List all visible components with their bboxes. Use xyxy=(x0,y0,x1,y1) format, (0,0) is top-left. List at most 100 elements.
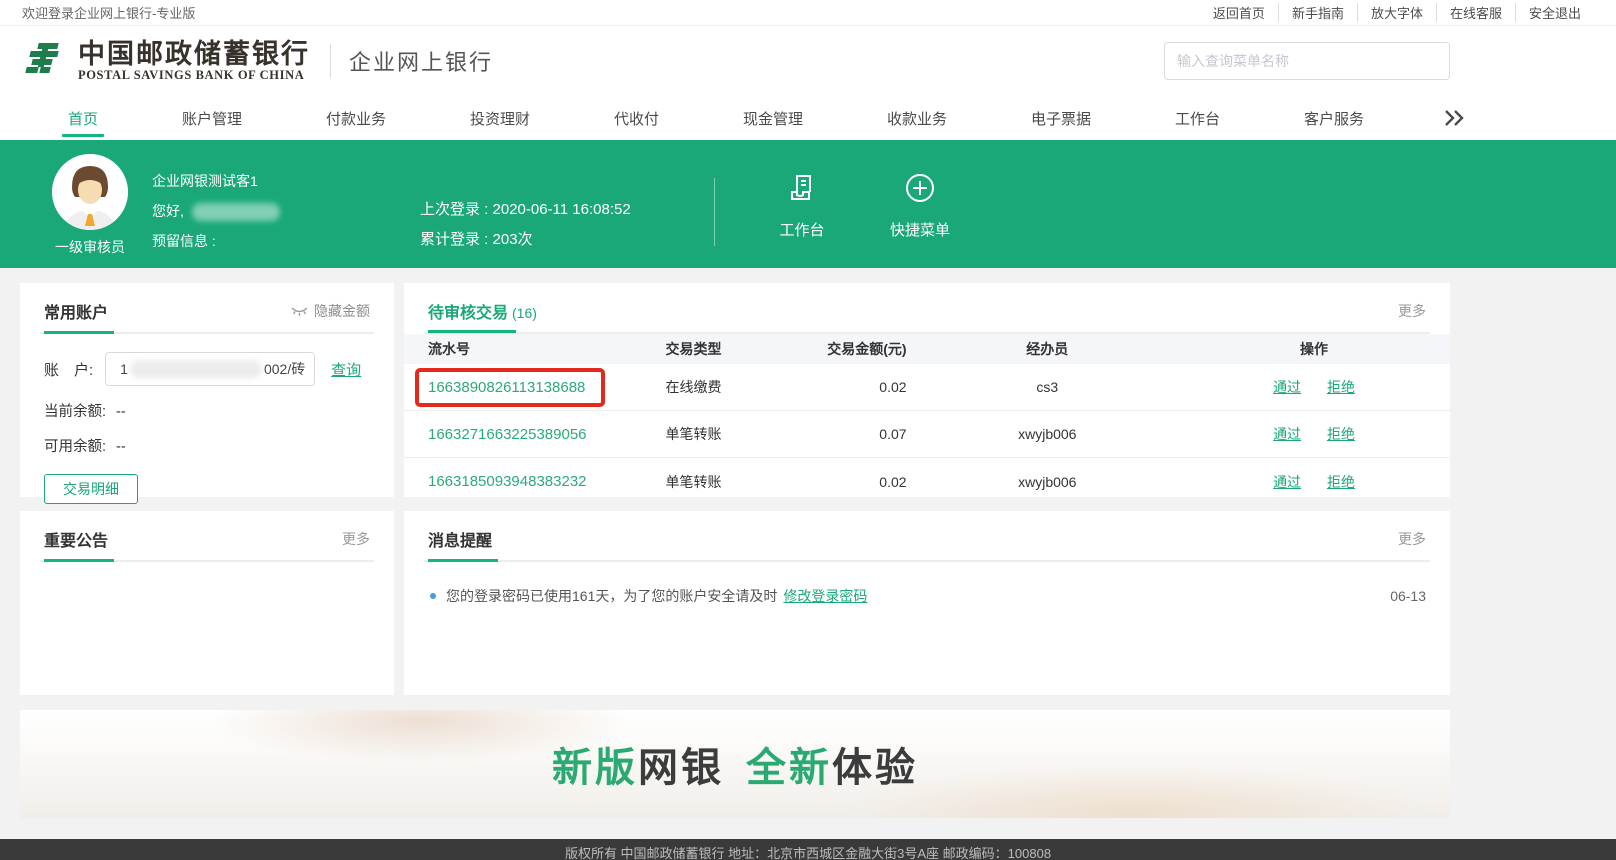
transaction-operator: xwyjb006 xyxy=(917,474,1179,490)
available-balance-value: -- xyxy=(116,439,126,455)
main-content: 常用账户 隐藏金额 账 户: 1 002/砖 查询 当前余额:- xyxy=(20,283,1450,818)
message-item: 您的登录密码已使用161天，为了您的账户安全请及时 修改登录密码 06-13 xyxy=(430,586,1426,606)
link-enlarge-font[interactable]: 放大字体 xyxy=(1357,3,1436,22)
reject-link[interactable]: 拒绝 xyxy=(1327,426,1355,442)
total-login-value: 203次 xyxy=(493,231,533,248)
footer: 版权所有 中国邮政储蓄银行 地址：北京市西城区金融大街3号A座 邮政编码：100… xyxy=(0,839,1616,860)
account-label: 账 户: xyxy=(44,359,93,380)
promo-banner: 新版网银全新体验 xyxy=(20,710,1450,818)
utility-links: 返回首页 新手指南 放大字体 在线客服 安全退出 xyxy=(1200,3,1594,22)
col-transaction-type: 交易类型 xyxy=(666,339,812,359)
current-balance-value: -- xyxy=(116,404,126,420)
login-info: 上次登录 : 2020-06-11 16:08:52 累计登录 : 203次 xyxy=(420,195,631,255)
header: 中国邮政储蓄银行 POSTAL SAVINGS BANK OF CHINA 企业… xyxy=(0,26,1616,96)
redacted-account-blur xyxy=(130,360,262,378)
link-safe-logout[interactable]: 安全退出 xyxy=(1515,3,1594,22)
nav-item-home[interactable]: 首页 xyxy=(62,96,104,140)
reject-link[interactable]: 拒绝 xyxy=(1327,379,1355,395)
nav-item-collection-payment[interactable]: 代收付 xyxy=(608,96,665,140)
message-more-link[interactable]: 更多 xyxy=(1398,529,1426,549)
link-return-home[interactable]: 返回首页 xyxy=(1200,3,1278,22)
transaction-amount: 0.02 xyxy=(812,474,917,490)
frequent-accounts-title: 常用账户 xyxy=(44,299,108,323)
important-notice-panel: 重要公告 更多 xyxy=(20,511,394,695)
transaction-detail-button[interactable]: 交易明细 xyxy=(44,474,138,504)
nav-item-payment[interactable]: 付款业务 xyxy=(320,96,392,140)
transaction-amount: 0.07 xyxy=(812,426,917,442)
transaction-id-link[interactable]: 1663890826113138688 xyxy=(428,379,585,396)
promo-part-experience: 体验 xyxy=(832,746,918,790)
bank-name-en: POSTAL SAVINGS BANK OF CHINA xyxy=(78,68,310,83)
bullet-icon xyxy=(430,593,436,599)
top-utility-bar: 欢迎登录企业网上银行-专业版 返回首页 新手指南 放大字体 在线客服 安全退出 xyxy=(0,0,1616,26)
col-amount: 交易金额(元) xyxy=(812,339,917,359)
account-select[interactable]: 1 002/砖 xyxy=(105,352,315,386)
company-name: 企业网银测试客1 xyxy=(152,166,280,196)
table-header: 流水号 交易类型 交易金额(元) 经办员 操作 xyxy=(404,334,1450,364)
menu-search-input[interactable] xyxy=(1164,42,1450,80)
nav-item-workbench[interactable]: 工作台 xyxy=(1169,96,1226,140)
promo-part-new-version: 新版 xyxy=(552,746,638,790)
nav-item-account-management[interactable]: 账户管理 xyxy=(176,96,248,140)
promo-text: 新版网银全新体验 xyxy=(552,735,918,793)
user-avatar xyxy=(52,154,128,230)
user-banner: 一级审核员 企业网银测试客1 您好, 预留信息 : 上次登录 : 2020-06… xyxy=(0,140,1616,268)
message-reminder-title: 消息提醒 xyxy=(428,527,492,551)
approve-link[interactable]: 通过 xyxy=(1273,379,1301,395)
message-reminder-panel: 消息提醒 更多 您的登录密码已使用161天，为了您的账户安全请及时 修改登录密码… xyxy=(404,511,1450,695)
transaction-operator: xwyjb006 xyxy=(917,426,1179,442)
transaction-id-link[interactable]: 1663271663225389056 xyxy=(428,426,587,443)
hide-amount-toggle[interactable]: 隐藏金额 xyxy=(290,301,370,321)
quick-menu-plus-icon xyxy=(902,170,938,206)
closed-eye-icon xyxy=(290,305,309,318)
highlight-red-box: 1663890826113138688 xyxy=(415,368,605,407)
user-role-label: 一级审核员 xyxy=(52,237,128,257)
important-notice-title: 重要公告 xyxy=(44,527,108,551)
promo-part-ebank: 网银 xyxy=(638,746,724,790)
message-text: 您的登录密码已使用161天，为了您的账户安全请及时 xyxy=(446,586,777,606)
workbench-icon xyxy=(784,170,820,206)
col-operator: 经办员 xyxy=(917,339,1179,359)
frequent-accounts-panel: 常用账户 隐藏金额 账 户: 1 002/砖 查询 当前余额:- xyxy=(20,283,394,497)
transaction-id-link[interactable]: 1663185093948383232 xyxy=(428,473,587,490)
last-login-value: 2020-06-11 16:08:52 xyxy=(493,201,631,218)
bank-logo-icon xyxy=(22,38,68,84)
reject-link[interactable]: 拒绝 xyxy=(1327,474,1355,490)
workbench-shortcut[interactable]: 工作台 xyxy=(757,170,847,240)
workbench-label: 工作台 xyxy=(757,219,847,240)
approve-link[interactable]: 通过 xyxy=(1273,474,1301,490)
banner-divider xyxy=(714,178,715,246)
notice-more-link[interactable]: 更多 xyxy=(342,529,370,549)
nav-item-receivables[interactable]: 收款业务 xyxy=(881,96,953,140)
query-link[interactable]: 查询 xyxy=(331,359,361,380)
transaction-amount: 0.02 xyxy=(812,379,917,395)
nav-expand-icon[interactable] xyxy=(1442,96,1466,140)
pending-count: (16) xyxy=(512,305,537,321)
transaction-type: 单笔转账 xyxy=(666,424,812,444)
promo-part-brand-new: 全新 xyxy=(746,746,832,790)
link-online-service[interactable]: 在线客服 xyxy=(1436,3,1515,22)
available-balance-label: 可用余额: xyxy=(44,439,106,455)
bank-logo: 中国邮政储蓄银行 POSTAL SAVINGS BANK OF CHINA xyxy=(22,38,310,84)
user-info: 企业网银测试客1 您好, 预留信息 : xyxy=(152,166,280,256)
nav-item-customer-service[interactable]: 客户服务 xyxy=(1298,96,1370,140)
approve-link[interactable]: 通过 xyxy=(1273,426,1301,442)
table-row: 1663890826113138688 在线缴费 0.02 cs3 通过 拒绝 xyxy=(404,364,1450,411)
quick-menu-shortcut[interactable]: 快捷菜单 xyxy=(875,170,965,240)
hide-amount-label: 隐藏金额 xyxy=(314,301,370,321)
copyright-text: 版权所有 中国邮政储蓄银行 地址：北京市西城区金融大街3号A座 邮政编码：100… xyxy=(0,839,1616,860)
transaction-operator: cs3 xyxy=(917,379,1179,395)
nav-item-investment[interactable]: 投资理财 xyxy=(464,96,536,140)
table-row: 1663271663225389056 单笔转账 0.07 xwyjb006 通… xyxy=(404,411,1450,458)
last-login-label: 上次登录 : xyxy=(420,201,493,218)
nav-item-cash-management[interactable]: 现金管理 xyxy=(737,96,809,140)
pending-more-link[interactable]: 更多 xyxy=(1398,301,1426,321)
table-row: 1663185093948383232 单笔转账 0.02 xwyjb006 通… xyxy=(404,458,1450,505)
link-beginner-guide[interactable]: 新手指南 xyxy=(1278,3,1357,22)
nav-item-e-bills[interactable]: 电子票据 xyxy=(1025,96,1097,140)
change-password-link[interactable]: 修改登录密码 xyxy=(783,586,867,606)
total-login-label: 累计登录 : xyxy=(420,231,493,248)
redacted-username-blur xyxy=(192,203,280,221)
current-balance-label: 当前余额: xyxy=(44,404,106,420)
col-actions: 操作 xyxy=(1178,339,1450,359)
